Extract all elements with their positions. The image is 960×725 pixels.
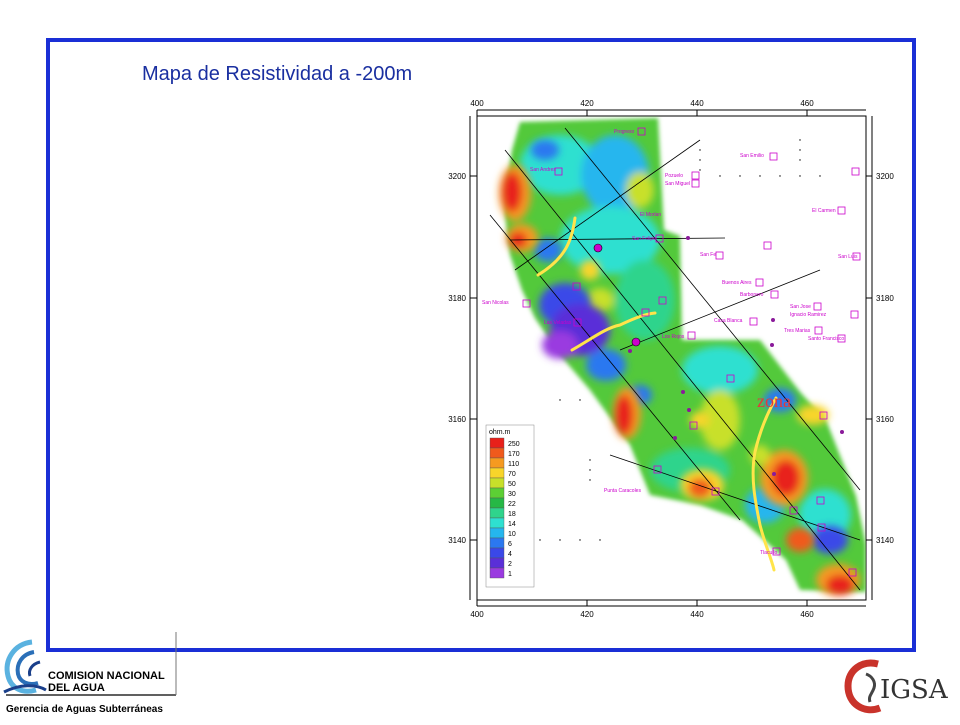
legend-value: 1	[508, 571, 512, 578]
legend-swatch	[489, 537, 505, 549]
y-tick-left: 3200	[448, 172, 466, 181]
site-label: Progreso	[614, 129, 635, 135]
legend-value: 250	[508, 441, 520, 448]
y-tick-left: 3140	[448, 536, 466, 545]
legend-swatch	[489, 467, 505, 479]
legend-swatch	[489, 527, 505, 539]
igsa-logo: IGSA	[838, 652, 960, 720]
conagua-logo: COMISION NACIONAL DEL AGUA Gerencia de A…	[0, 630, 215, 720]
legend-swatch	[489, 437, 505, 449]
site-label: San Felipe	[632, 236, 656, 242]
site-label: Barbonero	[740, 292, 764, 298]
y-tick-right: 3200	[876, 172, 894, 181]
site-label: San Miguel	[665, 181, 690, 187]
site-label: San Luis	[838, 254, 858, 260]
site-label: Los Rojos	[662, 334, 685, 340]
x-tick-top: 400	[470, 99, 484, 108]
x-tick-bottom: 420	[580, 610, 594, 619]
zone-label: zona	[757, 391, 791, 411]
site-label: Tlacuilo	[760, 550, 777, 556]
site-label: Pozuelo	[665, 173, 683, 179]
legend-value: 18	[508, 511, 516, 518]
x-tick-bottom: 400	[470, 610, 484, 619]
site-label: Punta Caracoles	[604, 488, 641, 494]
site-label: San Andres	[530, 167, 556, 173]
site-label: San Nicolas	[482, 300, 509, 306]
legend-value: 14	[508, 521, 516, 528]
site-label: El Carmen	[812, 208, 836, 214]
site-label: Santo Francisco	[808, 336, 844, 342]
y-tick-left: 3160	[448, 415, 466, 424]
y-tick-right: 3160	[876, 415, 894, 424]
legend-swatch	[489, 547, 505, 559]
color-legend: ohm.m 250 170 110 70 50 30 22 18 14 10 6 4 2 1	[485, 424, 535, 588]
legend-unit: ohm.m	[489, 429, 511, 436]
legend-value: 110	[508, 461, 519, 468]
conagua-subtitle: Gerencia de Aguas Subterráneas	[6, 704, 163, 715]
legend-value: 10	[508, 531, 516, 538]
x-tick-bottom: 460	[800, 610, 814, 619]
site-label: El Morlan	[640, 212, 661, 218]
site-label: Casa Blanca	[714, 318, 743, 324]
site-label: Buenos Aires	[722, 280, 752, 286]
legend-swatch	[489, 517, 505, 529]
legend-swatch	[489, 457, 505, 469]
legend-swatch	[489, 507, 505, 519]
legend-value: 30	[508, 491, 516, 498]
conagua-name-2: DEL AGUA	[48, 682, 105, 694]
conagua-name: COMISION NACIONAL	[48, 670, 165, 682]
legend-value: 22	[508, 501, 516, 508]
y-tick-right: 3180	[876, 294, 894, 303]
legend-swatch	[489, 447, 505, 459]
legend-value: 170	[508, 451, 520, 458]
legend-swatch	[489, 567, 505, 579]
x-tick-top: 440	[690, 99, 704, 108]
y-tick-right: 3140	[876, 536, 894, 545]
resistivity-map: 400 420 440 460 400 420 440 460 3200 318…	[448, 99, 894, 619]
legend-swatch	[489, 477, 505, 489]
y-tick-left: 3180	[448, 294, 466, 303]
x-tick-top: 460	[800, 99, 814, 108]
legend-value: 2	[508, 561, 512, 568]
igsa-name: IGSA	[880, 675, 949, 705]
legend-swatch	[489, 497, 505, 509]
site-label: Ignacio Ramirez	[790, 312, 827, 318]
x-tick-bottom: 440	[690, 610, 704, 619]
x-tick-top: 420	[580, 99, 594, 108]
site-label: San Jose	[790, 304, 811, 310]
legend-value: 4	[508, 551, 512, 558]
legend-value: 50	[508, 481, 516, 488]
site-label: San Emilio	[740, 153, 764, 159]
legend-value: 6	[508, 541, 512, 548]
site-label: Tres Marias	[784, 328, 811, 334]
legend-value: 70	[508, 471, 516, 478]
site-label: San Fe	[700, 252, 716, 258]
legend-swatch	[489, 487, 505, 499]
site-label: Las Veladas	[544, 320, 572, 326]
legend-swatch	[489, 557, 505, 569]
